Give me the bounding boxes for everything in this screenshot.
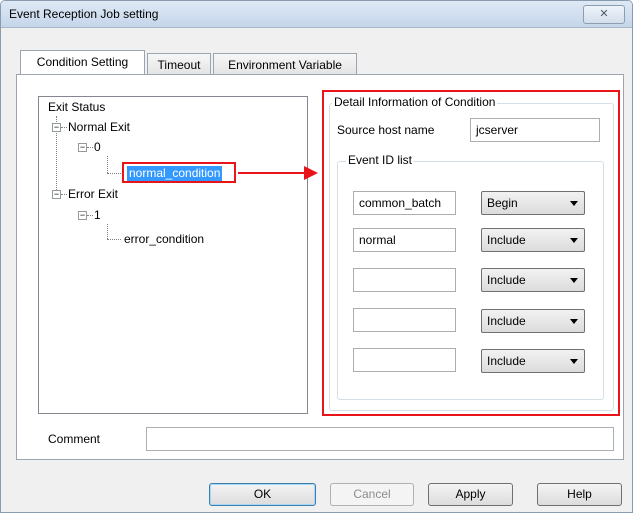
- tree-line: [107, 224, 108, 239]
- collapse-icon: −: [53, 122, 60, 132]
- tab-condition-setting-label: Condition Setting: [36, 55, 129, 69]
- chevron-down-icon: [570, 278, 578, 283]
- ok-button[interactable]: OK: [209, 483, 316, 506]
- tree-root-label: Exit Status: [48, 100, 106, 114]
- tab-condition-setting[interactable]: Condition Setting: [20, 50, 145, 74]
- event-id-label: Event ID list: [346, 153, 415, 167]
- tree-line: [107, 156, 108, 173]
- annotation-arrow-head: [304, 166, 318, 180]
- window-title: Event Reception Job setting: [9, 7, 159, 21]
- tab-timeout[interactable]: Timeout: [147, 53, 211, 75]
- detail-group-label: Detail Information of Condition: [332, 95, 498, 109]
- annotation-arrow: [238, 172, 308, 174]
- event-mode-select-3[interactable]: Include: [481, 268, 585, 292]
- collapse-icon: −: [79, 210, 86, 220]
- tree-line: [61, 127, 67, 128]
- comment-label: Comment: [48, 432, 101, 446]
- chevron-down-icon: [570, 201, 578, 206]
- event-mode-select-4[interactable]: Include: [481, 309, 585, 333]
- tree-line: [87, 147, 93, 148]
- event-mode-value: Begin: [487, 196, 518, 210]
- comment-input[interactable]: [146, 427, 614, 451]
- collapse-icon: −: [53, 189, 60, 199]
- event-mode-value: Include: [487, 233, 526, 247]
- event-id-input-3[interactable]: [353, 268, 456, 292]
- event-id-input-2[interactable]: normal: [353, 228, 456, 252]
- event-mode-select-5[interactable]: Include: [481, 349, 585, 373]
- event-mode-select-1[interactable]: Begin: [481, 191, 585, 215]
- event-id-input-5[interactable]: [353, 348, 456, 372]
- apply-button[interactable]: Apply: [428, 483, 513, 506]
- tree-line: [107, 239, 121, 240]
- tree-node-normal-condition-label: normal_condition: [127, 166, 223, 181]
- tree-line: [107, 173, 123, 174]
- cancel-button[interactable]: Cancel: [330, 483, 414, 506]
- tree-expander-error-exit[interactable]: −: [52, 190, 61, 199]
- source-host-label: Source host name: [337, 123, 435, 137]
- tree-node-normal-condition[interactable]: normal_condition: [122, 162, 236, 183]
- chevron-down-icon: [570, 359, 578, 364]
- tree-line: [61, 194, 67, 195]
- tree-node-normal-exit[interactable]: Normal Exit: [68, 120, 130, 134]
- chevron-down-icon: [570, 238, 578, 243]
- tree-line: [87, 215, 93, 216]
- tree-expander-normal-exit[interactable]: −: [52, 123, 61, 132]
- event-mode-value: Include: [487, 273, 526, 287]
- tab-timeout-label: Timeout: [157, 58, 201, 72]
- event-id-input-4[interactable]: [353, 308, 456, 332]
- chevron-down-icon: [570, 319, 578, 324]
- event-mode-select-2[interactable]: Include: [481, 228, 585, 252]
- tree-node-code-1[interactable]: 1: [94, 208, 101, 222]
- close-icon: ✕: [599, 8, 609, 20]
- title-bar[interactable]: Event Reception Job setting ✕: [1, 1, 632, 28]
- event-id-input-1[interactable]: common_batch: [353, 191, 456, 215]
- close-button[interactable]: ✕: [583, 5, 625, 24]
- tab-environment-variable-label: Environment Variable: [228, 58, 342, 72]
- tree-node-error-exit[interactable]: Error Exit: [68, 187, 118, 201]
- help-button[interactable]: Help: [537, 483, 622, 506]
- tree-expander-code-1[interactable]: −: [78, 211, 87, 220]
- event-mode-value: Include: [487, 354, 526, 368]
- event-mode-value: Include: [487, 314, 526, 328]
- tree-node-error-condition[interactable]: error_condition: [124, 232, 204, 246]
- source-host-input[interactable]: jcserver: [470, 118, 600, 142]
- tree-expander-code-0[interactable]: −: [78, 143, 87, 152]
- tree-node-code-0[interactable]: 0: [94, 140, 101, 154]
- collapse-icon: −: [79, 142, 86, 152]
- tab-environment-variable[interactable]: Environment Variable: [213, 53, 357, 75]
